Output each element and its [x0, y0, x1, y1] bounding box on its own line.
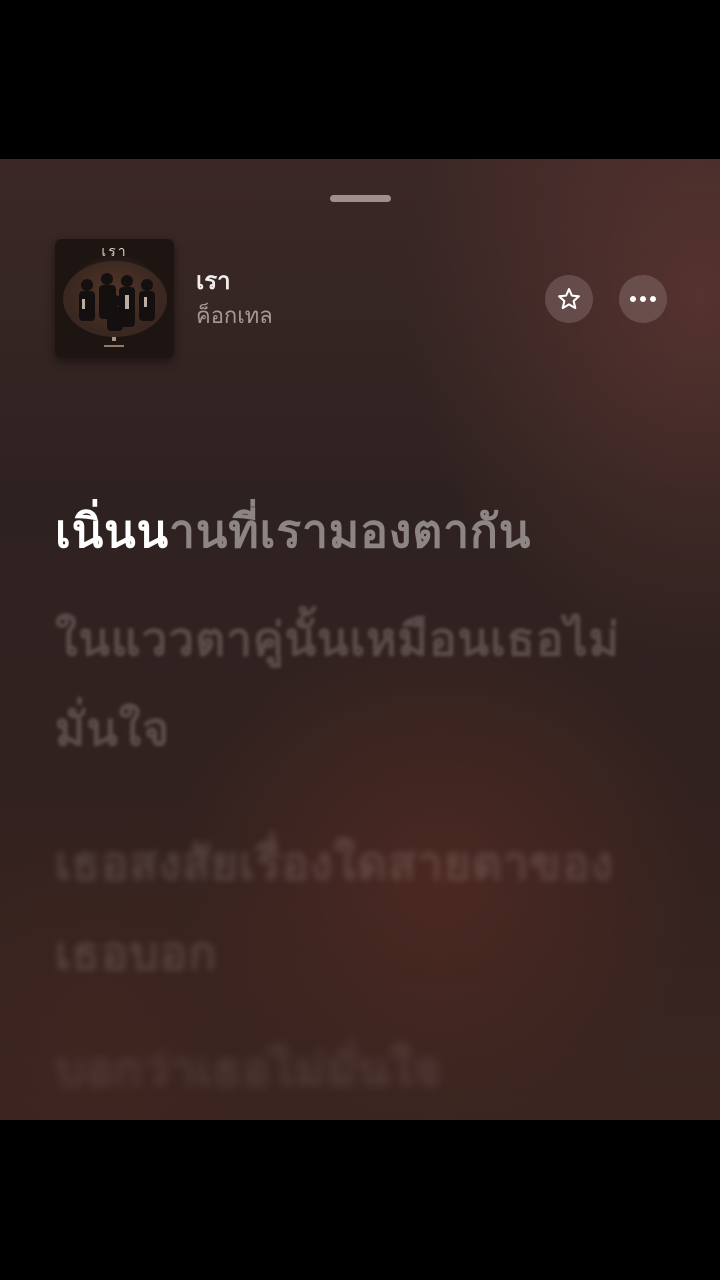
lyric-line-next[interactable]: ในแววตาคู่นั้นเหมือนเธอไม่มั่นใจ	[55, 594, 675, 774]
ellipsis-icon	[630, 296, 656, 302]
sheet-grabber[interactable]	[330, 195, 391, 202]
favorite-button[interactable]	[545, 275, 593, 323]
album-cover[interactable]: เรา	[55, 239, 174, 358]
letterbox-top	[0, 0, 720, 159]
lyric-sung-part: เนิ่นน	[55, 504, 170, 558]
lyric-line-next[interactable]: บอกว่าเธอไม่มั่นใจ	[55, 1042, 675, 1096]
lyric-line-next[interactable]: เธอสงสัยเรื่องใดสายตาของเธอบอก	[55, 818, 675, 998]
track-artist[interactable]: ค็อกเทล	[196, 302, 273, 332]
lyric-line-current[interactable]: เนิ่นนานที่เรามองตากัน	[55, 504, 675, 558]
lyric-unsung-part: านที่เรามองตากัน	[169, 504, 532, 558]
lyrics-sheet: เรา เรา ค็อกเทล เนิ่นนานที่เรามองตากัน ใ…	[0, 159, 720, 1120]
cover-title: เรา	[101, 244, 128, 260]
letterbox-bottom	[0, 1120, 720, 1280]
more-options-button[interactable]	[619, 275, 667, 323]
track-title[interactable]: เรา	[196, 266, 231, 296]
star-icon	[558, 288, 580, 310]
lyrics-list: เนิ่นนานที่เรามองตากัน ในแววตาคู่นั้นเหม…	[55, 504, 675, 1120]
